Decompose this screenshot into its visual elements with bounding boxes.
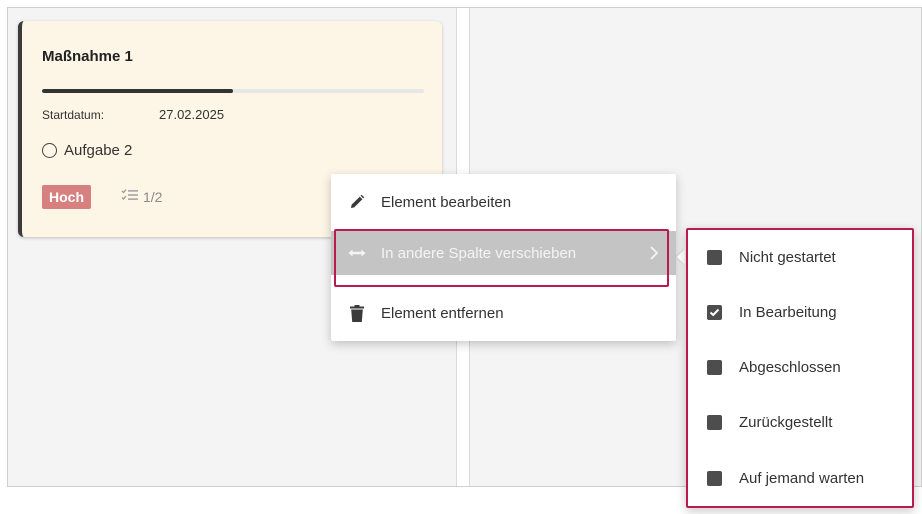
progress-bar xyxy=(42,89,424,93)
submenu-pointer xyxy=(677,249,685,265)
highlight-outline xyxy=(334,229,669,287)
checkbox-icon[interactable] xyxy=(707,249,722,265)
menu-item-edit[interactable]: Element bearbeiten xyxy=(331,180,676,224)
progress-fill xyxy=(42,89,233,93)
checklist-item-label: Aufgabe 2 xyxy=(64,142,133,159)
submenu-item-label: Nicht gestartet xyxy=(739,248,836,266)
column-submenu: Nicht gestartet In Bearbeitung Abgeschloss… xyxy=(686,228,914,508)
checklist-count: 1/2 xyxy=(121,188,162,205)
submenu-item[interactable]: Abgeschlossen xyxy=(686,345,914,389)
pencil-icon xyxy=(348,193,366,211)
checkbox-icon[interactable] xyxy=(707,359,722,375)
submenu-item[interactable]: Nicht gestartet xyxy=(686,235,914,279)
trash-icon xyxy=(348,304,366,322)
submenu-item-label: Zurückgestellt xyxy=(739,413,833,431)
start-date-value: 27.02.2025 xyxy=(159,107,225,122)
menu-item-remove-label: Element entfernen xyxy=(381,304,504,322)
checklist-count-text: 1/2 xyxy=(143,188,163,205)
submenu-item[interactable]: Auf jemand warten xyxy=(686,456,914,500)
checkbox-checked-icon[interactable] xyxy=(707,304,722,320)
card-title: Maßnahme 1 xyxy=(42,48,133,65)
radio-circle-icon[interactable] xyxy=(42,143,57,158)
menu-item-remove[interactable]: Element entfernen xyxy=(331,291,676,335)
menu-item-edit-label: Element bearbeiten xyxy=(381,193,512,211)
submenu-item-label: Auf jemand warten xyxy=(739,469,865,487)
submenu-item-label: In Bearbeitung xyxy=(739,303,837,321)
checkbox-icon[interactable] xyxy=(707,470,722,486)
submenu-item[interactable]: In Bearbeitung xyxy=(686,290,914,334)
checkbox-icon[interactable] xyxy=(707,414,722,430)
start-date-label: Startdatum: xyxy=(42,108,105,122)
priority-badge: Hoch xyxy=(42,185,91,209)
checklist-icon xyxy=(121,188,139,205)
submenu-item[interactable]: Zurückgestellt xyxy=(686,400,914,444)
checklist-item[interactable]: Aufgabe 2 xyxy=(42,142,132,159)
submenu-item-label: Abgeschlossen xyxy=(739,358,841,376)
